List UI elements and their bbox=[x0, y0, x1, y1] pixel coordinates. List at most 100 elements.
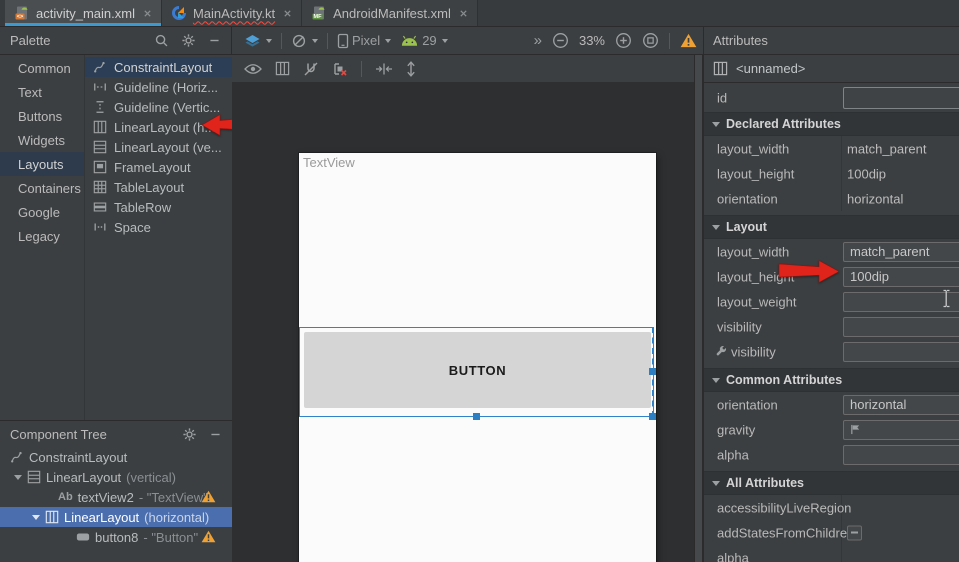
resize-handle-bottom-right[interactable] bbox=[649, 413, 656, 420]
zoom-in-button[interactable] bbox=[615, 32, 632, 49]
palette-item-constraintlayout[interactable]: ConstraintLayout bbox=[85, 57, 232, 77]
tree-node-constraintlayout[interactable]: ConstraintLayout bbox=[0, 447, 232, 467]
attribute-row[interactable]: visibility bbox=[704, 339, 959, 364]
attribute-row[interactable]: accessibilityLiveRegion bbox=[704, 495, 959, 520]
warning-icon[interactable] bbox=[201, 490, 216, 503]
flag-icon[interactable] bbox=[850, 424, 861, 435]
close-icon[interactable] bbox=[143, 9, 152, 18]
gear-icon[interactable] bbox=[182, 427, 197, 442]
alpha-input[interactable] bbox=[843, 445, 959, 465]
canvas-textview[interactable]: TextView bbox=[303, 155, 355, 170]
chevron-down-icon[interactable] bbox=[32, 515, 40, 520]
device-screen: TextView BUTTON bbox=[299, 153, 656, 562]
resize-handle-bottom[interactable] bbox=[473, 413, 480, 420]
search-icon[interactable] bbox=[154, 33, 169, 48]
palette-category-widgets[interactable]: Widgets bbox=[0, 128, 84, 152]
palette-item-guideline-horizontal[interactable]: Guideline (Horiz... bbox=[85, 77, 232, 97]
close-icon[interactable] bbox=[283, 9, 292, 18]
attr-label: layout_height bbox=[717, 166, 794, 181]
tree-node-textview2[interactable]: Ab textView2- "TextView" bbox=[0, 487, 232, 507]
attribute-row[interactable]: gravity bbox=[704, 417, 959, 442]
linearlayout-horizontal-icon[interactable] bbox=[275, 61, 290, 76]
api-level: 29 bbox=[422, 33, 436, 48]
attribute-row[interactable]: addStatesFromChildren bbox=[704, 520, 959, 545]
add-states-from-children-checkbox[interactable] bbox=[847, 525, 862, 540]
visibility-input[interactable] bbox=[843, 317, 959, 337]
api-level-selector[interactable]: 29 bbox=[400, 33, 447, 48]
palette-category-text[interactable]: Text bbox=[0, 80, 84, 104]
constraintlayout-icon bbox=[10, 450, 24, 464]
annotation-arrow-layout-height bbox=[777, 258, 841, 285]
resize-handle-right[interactable] bbox=[649, 368, 656, 375]
palette-item-space[interactable]: Space bbox=[85, 217, 232, 237]
device-selector[interactable]: Pixel bbox=[337, 33, 391, 49]
close-icon[interactable] bbox=[459, 9, 468, 18]
framelayout-icon bbox=[93, 160, 107, 174]
attribute-row[interactable]: orientation horizontal bbox=[704, 186, 959, 211]
section-header-common-attributes[interactable]: Common Attributes bbox=[704, 368, 959, 392]
palette-category-google[interactable]: Google bbox=[0, 200, 84, 224]
palette-category-legacy[interactable]: Legacy bbox=[0, 224, 84, 248]
section-header-layout[interactable]: Layout bbox=[704, 215, 959, 239]
gear-icon[interactable] bbox=[181, 33, 196, 48]
attr-value[interactable]: 100dip bbox=[847, 166, 886, 181]
warning-icon[interactable] bbox=[201, 530, 216, 543]
toolbar-separator bbox=[669, 33, 670, 49]
attribute-row[interactable]: layout_height 100dip bbox=[704, 161, 959, 186]
chevron-down-icon[interactable] bbox=[14, 475, 22, 480]
attribute-row[interactable]: visibility bbox=[704, 314, 959, 339]
design-surface[interactable]: TextView BUTTON bbox=[232, 82, 694, 562]
kotlin-file-icon bbox=[171, 5, 187, 21]
palette-category-buttons[interactable]: Buttons bbox=[0, 104, 84, 128]
orientation-input[interactable]: horizontal bbox=[843, 395, 959, 415]
orientation-button[interactable] bbox=[291, 33, 318, 49]
panel-splitter[interactable] bbox=[694, 55, 703, 562]
toolbar-overflow-button[interactable]: » bbox=[534, 32, 542, 49]
layout-height-input[interactable]: 100dip bbox=[843, 267, 959, 287]
palette-category-containers[interactable]: Containers bbox=[0, 176, 84, 200]
default-margins-icon[interactable] bbox=[375, 63, 393, 75]
section-header-declared-attributes[interactable]: Declared Attributes bbox=[704, 112, 959, 136]
attr-value[interactable]: horizontal bbox=[847, 191, 903, 206]
autoconnect-off-magnet-icon[interactable] bbox=[303, 61, 319, 77]
minimize-icon[interactable] bbox=[208, 34, 221, 47]
attributes-title: Attributes bbox=[713, 33, 768, 48]
section-header-all-attributes[interactable]: All Attributes bbox=[704, 471, 959, 495]
tree-node-linearlayout-horizontal[interactable]: LinearLayout(horizontal) bbox=[0, 507, 232, 527]
selected-component-row[interactable]: <unnamed> bbox=[704, 55, 959, 83]
zoom-out-button[interactable] bbox=[552, 32, 569, 49]
tree-node-button8[interactable]: button8- "Button" bbox=[0, 527, 232, 547]
zoom-to-fit-button[interactable] bbox=[642, 32, 659, 49]
layout-width-input[interactable]: match_parent bbox=[843, 242, 959, 262]
attribute-row[interactable]: orientation horizontal bbox=[704, 392, 959, 417]
view-options-eye-icon[interactable] bbox=[244, 63, 262, 75]
clear-constraints-icon[interactable] bbox=[332, 61, 348, 77]
attribute-row[interactable]: alpha bbox=[704, 545, 959, 562]
android-xml-file-icon: <> bbox=[14, 5, 30, 21]
tab-androidmanifest-xml[interactable]: MF AndroidManifest.xml bbox=[302, 0, 478, 26]
tab-activity-main-xml[interactable]: <> activity_main.xml bbox=[5, 0, 162, 26]
tree-node-linearlayout-vertical[interactable]: LinearLayout(vertical) bbox=[0, 467, 232, 487]
pack-expand-vertical-icon[interactable] bbox=[406, 61, 416, 77]
attr-value[interactable]: match_parent bbox=[847, 141, 927, 156]
attribute-row[interactable]: alpha bbox=[704, 442, 959, 467]
gravity-input[interactable] bbox=[843, 420, 959, 440]
id-input[interactable] bbox=[843, 87, 959, 109]
palette-item-linearlayout-vertical[interactable]: LinearLayout (ve... bbox=[85, 137, 232, 157]
attr-label: alpha bbox=[717, 550, 749, 562]
warning-icon[interactable] bbox=[680, 33, 697, 48]
palette-item-framelayout[interactable]: FrameLayout bbox=[85, 157, 232, 177]
attribute-row[interactable]: layout_width match_parent bbox=[704, 136, 959, 161]
palette-item-tablelayout[interactable]: TableLayout bbox=[85, 177, 232, 197]
tools-visibility-input[interactable] bbox=[843, 342, 959, 362]
tab-mainactivity-kt[interactable]: MainActivity.kt bbox=[162, 0, 302, 26]
minimize-icon[interactable] bbox=[209, 428, 222, 441]
palette-category-layouts[interactable]: Layouts bbox=[0, 152, 84, 176]
attribute-row[interactable]: layout_weight bbox=[704, 289, 959, 314]
palette-category-common[interactable]: Common bbox=[0, 56, 84, 80]
attr-label: visibility bbox=[731, 344, 776, 359]
palette-item-tablerow[interactable]: TableRow bbox=[85, 197, 232, 217]
attributes-panel: <unnamed> id Declared Attributes layout_… bbox=[703, 55, 959, 562]
linearlayout-horizontal-icon bbox=[713, 61, 728, 76]
design-mode-button[interactable] bbox=[244, 33, 272, 49]
